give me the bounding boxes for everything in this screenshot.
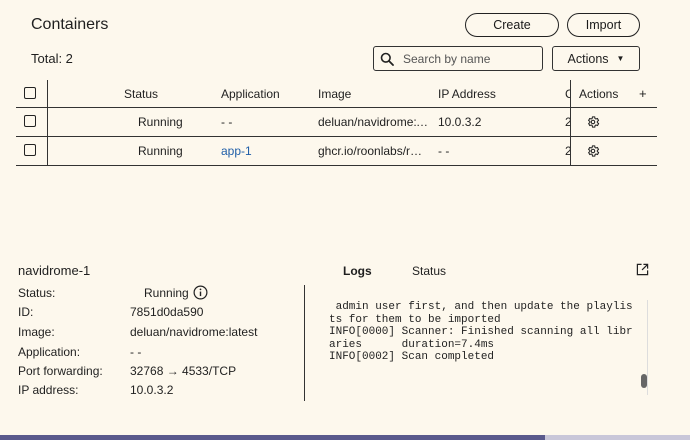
bottom-progress-track [545,435,690,440]
tab-status[interactable]: Status [412,264,446,278]
row-status: Running [138,144,183,158]
column-header-status[interactable]: Status [124,87,158,101]
select-all-checkbox[interactable] [24,87,36,99]
port-forwarding-value: 32768 → 4533/TCP [130,364,237,378]
row-image: deluan/navidrome:latest [318,115,416,129]
search-icon [380,52,394,66]
row-image: ghcr.io/roonlabs/roonserver [318,144,410,158]
row-status: Running [138,115,183,129]
image-value: deluan/navidrome:latest [130,325,258,339]
panel-divider [304,285,305,401]
open-in-new-icon[interactable] [636,263,649,276]
table-divider [16,107,657,108]
table-divider [16,136,657,137]
bottom-progress-bar [0,435,545,440]
tab-logs[interactable]: Logs [343,264,372,278]
container-name: navidrome-1 [18,263,91,278]
column-header-application[interactable]: Application [221,87,280,101]
row-ip-address: - - [438,144,450,158]
page-title: Containers [31,16,109,33]
gear-icon[interactable] [586,115,600,129]
id-label: ID: [18,305,34,319]
row-checkbox[interactable] [24,144,36,156]
gear-icon[interactable] [586,144,600,158]
column-header-ip-address[interactable]: IP Address [438,87,496,101]
create-button[interactable]: Create [465,13,559,37]
ellipsis: … [416,115,428,129]
actions-label: Actions [567,51,609,66]
ellipsis: … [410,144,422,158]
status-value: Running [144,286,189,300]
add-column-button[interactable]: + [639,86,647,101]
column-separator [570,80,571,165]
id-value: 7851d0da590 [130,305,204,319]
image-label: Image: [18,325,55,339]
column-separator [47,80,48,165]
log-output: admin user first, and then update the pl… [329,301,633,364]
ip-address-label: IP address: [18,383,79,397]
ip-address-value: 10.0.3.2 [130,383,174,397]
table-divider [16,165,657,166]
actions-dropdown-button[interactable]: Actions ▼ [552,46,640,71]
import-button[interactable]: Import [567,13,640,37]
log-scrollbar-track[interactable] [647,300,648,395]
search-box[interactable] [373,46,543,71]
caret-down-icon: ▼ [616,54,625,63]
column-header-image[interactable]: Image [318,87,351,101]
port-forwarding-label: Port forwarding: [18,364,103,378]
info-icon[interactable] [193,285,208,300]
row-application-link[interactable]: app-1 [221,144,252,158]
search-input[interactable] [401,50,535,67]
row-ip-address: 10.0.3.2 [438,115,482,129]
column-header-actions: Actions [579,87,619,101]
status-label: Status: [18,286,56,300]
application-label: Application: [18,345,81,359]
log-scrollbar-thumb[interactable] [641,374,647,388]
row-application: - - [221,115,233,129]
row-checkbox[interactable] [24,115,36,127]
application-value: - - [130,345,142,359]
total-count: Total: 2 [31,51,73,66]
